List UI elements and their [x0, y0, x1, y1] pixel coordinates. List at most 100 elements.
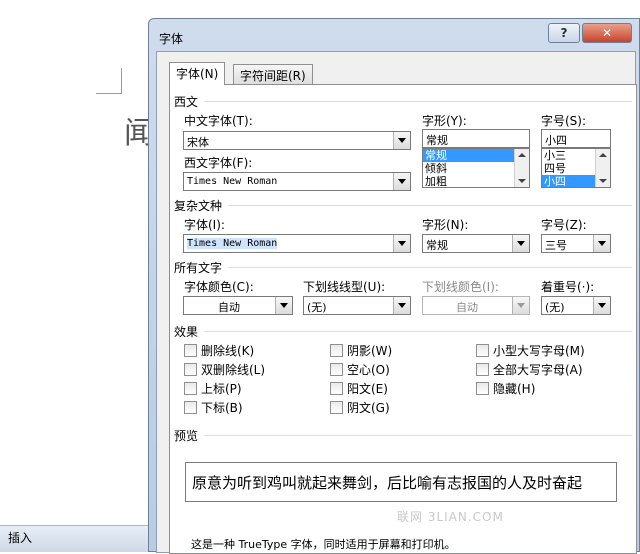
checkbox-label: 阴文(G)	[347, 401, 390, 415]
underline-color-label: 下划线颜色(I):	[422, 280, 499, 294]
checkbox-box[interactable]	[330, 382, 343, 395]
emphasis-combo[interactable]: (无)	[541, 296, 611, 315]
checkbox-engrave[interactable]: 阴文(G)	[330, 399, 390, 416]
section-preview: 预览	[174, 429, 199, 443]
font-dialog: 字体 ? ✕ 字体(N) 字符间距(R) 西文 中文字体(T): 宋体 西文字体…	[148, 18, 640, 554]
chevron-down-icon[interactable]	[593, 235, 610, 252]
font-color-value: 自动	[218, 301, 240, 314]
west-font-value: Times New Roman	[187, 176, 278, 187]
complex-font-value: Times New Roman	[187, 238, 278, 249]
complex-style-combo[interactable]: 常规	[422, 234, 530, 253]
checkbox-label: 删除线(K)	[201, 344, 255, 358]
checkbox-box[interactable]	[330, 401, 343, 414]
checkbox-label: 阳文(E)	[347, 382, 388, 396]
chevron-down-icon[interactable]	[393, 173, 410, 190]
tab-character-spacing[interactable]: 字符间距(R)	[233, 64, 313, 84]
checkbox-box[interactable]	[476, 344, 489, 357]
list-item[interactable]: 小四	[542, 175, 595, 187]
underline-style-combo[interactable]: (无)	[303, 296, 411, 315]
chevron-down-icon[interactable]	[512, 235, 529, 252]
emphasis-value: (无)	[545, 301, 565, 314]
scroll-down-icon[interactable]	[518, 179, 526, 183]
preview-text: 原意为听到鸡叫就起来舞剑，后比喻有志报国的人及时奋起	[192, 474, 583, 492]
complex-size-combo[interactable]: 三号	[541, 234, 611, 253]
checkbox-box[interactable]	[476, 363, 489, 376]
section-western: 西文	[174, 95, 199, 109]
checkbox-strikethrough[interactable]: 删除线(K)	[184, 342, 254, 359]
checkbox-label: 双删除线(L)	[201, 363, 266, 377]
section-effects: 效果	[174, 325, 199, 339]
checkbox-shadow[interactable]: 阴影(W)	[330, 342, 392, 359]
style-label: 字形(Y):	[422, 114, 467, 128]
divider	[204, 331, 632, 332]
checkbox-small-caps[interactable]: 小型大写字母(M)	[476, 342, 585, 359]
checkbox-label: 上标(P)	[201, 382, 242, 396]
checkbox-box[interactable]	[184, 344, 197, 357]
checkbox-label: 下标(B)	[201, 401, 243, 415]
help-button[interactable]: ?	[548, 23, 580, 43]
cn-font-label: 中文字体(T):	[184, 114, 253, 128]
section-complex: 复杂文种	[174, 199, 223, 213]
checkbox-box[interactable]	[184, 363, 197, 376]
style-input[interactable]: 常规	[422, 129, 530, 148]
underline-style-label: 下划线线型(U):	[303, 280, 386, 294]
complex-size-value: 三号	[545, 239, 567, 252]
size-input[interactable]: 小四	[541, 129, 611, 148]
checkbox-label: 空心(O)	[347, 363, 390, 377]
cn-font-combo[interactable]: 宋体	[183, 131, 411, 150]
watermark: 联网 3LIAN.COM	[397, 510, 504, 524]
scroll-up-icon[interactable]	[518, 153, 526, 157]
emphasis-label: 着重号(·):	[541, 280, 595, 294]
insert-mode-button[interactable]: 插入	[4, 527, 36, 548]
scroll-up-icon[interactable]	[599, 153, 607, 157]
page-margin-corner	[96, 68, 122, 94]
chevron-down-icon[interactable]	[593, 297, 610, 314]
size-list[interactable]: 小三 四号 小四	[541, 148, 611, 188]
complex-font-label: 字体(I):	[184, 218, 225, 232]
dialog-title: 字体	[159, 32, 184, 46]
checkbox-box[interactable]	[330, 344, 343, 357]
checkbox-emboss[interactable]: 阳文(E)	[330, 380, 388, 397]
complex-size-label: 字号(Z):	[541, 218, 587, 232]
font-color-combo[interactable]: 自动	[183, 296, 293, 315]
font-info-text: 这是一种 TrueType 字体，同时适用于屏幕和打印机。	[191, 538, 456, 551]
section-all-text: 所有文字	[174, 261, 223, 275]
size-label: 字号(S):	[541, 114, 587, 128]
scrollbar[interactable]	[595, 149, 610, 187]
checkbox-label: 全部大写字母(A)	[493, 363, 583, 377]
checkbox-box[interactable]	[330, 363, 343, 376]
cn-font-value: 宋体	[187, 136, 209, 149]
west-font-combo[interactable]: Times New Roman	[183, 172, 411, 191]
underline-color-value: 自动	[456, 301, 478, 314]
dialog-client: 字体(N) 字符间距(R) 西文 中文字体(T): 宋体 西文字体(F): Ti…	[156, 51, 637, 554]
chevron-down-icon[interactable]	[275, 297, 292, 314]
complex-style-value: 常规	[426, 239, 448, 252]
scrollbar[interactable]	[514, 149, 529, 187]
checkbox-superscript[interactable]: 上标(P)	[184, 380, 242, 397]
checkbox-box[interactable]	[184, 382, 197, 395]
chevron-down-icon[interactable]	[393, 297, 410, 314]
complex-style-label: 字形(N):	[422, 218, 469, 232]
checkbox-box[interactable]	[184, 401, 197, 414]
style-list[interactable]: 常规 倾斜 加粗	[422, 148, 530, 188]
divider	[204, 101, 632, 102]
document-area	[0, 0, 150, 552]
checkbox-double-strikethrough[interactable]: 双删除线(L)	[184, 361, 265, 378]
checkbox-all-caps[interactable]: 全部大写字母(A)	[476, 361, 583, 378]
tab-font[interactable]: 字体(N)	[169, 62, 226, 85]
divider	[204, 435, 632, 436]
divider	[228, 205, 632, 206]
close-button[interactable]: ✕	[582, 23, 632, 43]
complex-font-combo[interactable]: Times New Roman	[183, 234, 411, 253]
checkbox-subscript[interactable]: 下标(B)	[184, 399, 243, 416]
checkbox-label: 阴影(W)	[347, 344, 393, 358]
chevron-down-icon[interactable]	[393, 132, 410, 149]
checkbox-label: 小型大写字母(M)	[493, 344, 585, 358]
checkbox-hidden[interactable]: 隐藏(H)	[476, 380, 535, 397]
checkbox-box[interactable]	[476, 382, 489, 395]
checkbox-outline[interactable]: 空心(O)	[330, 361, 390, 378]
west-font-label: 西文字体(F):	[184, 156, 253, 170]
underline-style-value: (无)	[307, 301, 327, 314]
scroll-down-icon[interactable]	[599, 179, 607, 183]
chevron-down-icon[interactable]	[393, 235, 410, 252]
